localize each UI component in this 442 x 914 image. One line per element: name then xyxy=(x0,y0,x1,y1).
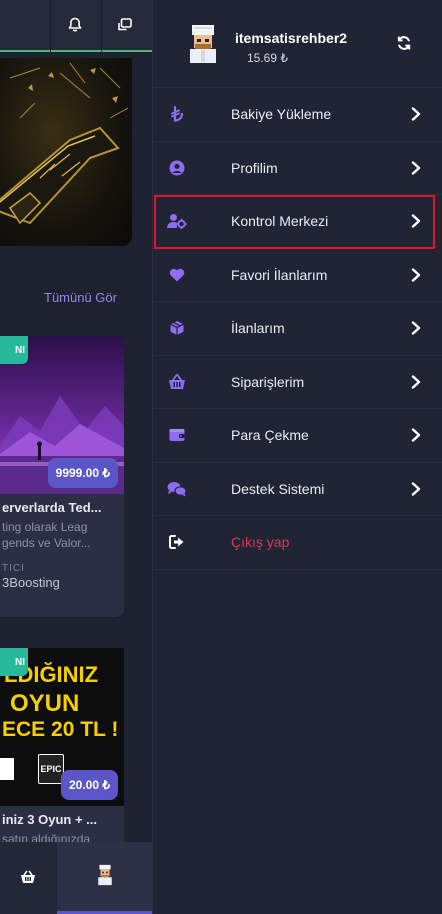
see-all-link[interactable]: Tümünü Gör xyxy=(44,290,117,305)
menu-item-label: Para Çekme xyxy=(231,427,309,444)
menu-item-orders[interactable]: Siparişlerim xyxy=(153,356,442,409)
refresh-balance-button[interactable] xyxy=(393,34,415,56)
screen: Tümünü Gör NI 9999.00 ₺ erverlarda Ted..… xyxy=(0,0,442,914)
bottom-nav xyxy=(0,842,152,914)
menu-item-balance-topup[interactable]: Bakiye Yükleme xyxy=(153,88,442,142)
chevron-right-icon xyxy=(409,427,423,443)
bell-icon[interactable] xyxy=(64,14,86,36)
price-tag: 20.00 ₺ xyxy=(61,770,118,800)
avatar[interactable] xyxy=(187,24,219,64)
menu-item-control-center[interactable]: Kontrol Merkezi xyxy=(154,195,435,249)
user-circle-icon xyxy=(167,158,187,178)
listing-title: iniz 3 Oyun + ... xyxy=(2,812,97,827)
listing-title: erverlarda Ted... xyxy=(2,500,102,515)
chat-window-icon[interactable] xyxy=(114,14,136,36)
sign-out-icon xyxy=(167,532,187,552)
box-icon xyxy=(167,318,187,338)
top-bar xyxy=(0,0,152,52)
avatar-icon xyxy=(96,863,114,891)
side-drawer: itemsatisrehber2 15.69 ₺ Bakiye Yükleme xyxy=(152,0,442,914)
top-bar-divider xyxy=(101,0,102,52)
listing-description: ting olarak Leag gends ve Valor... xyxy=(0,515,124,551)
menu-item-label: Çıkış yap xyxy=(231,534,290,551)
chevron-right-icon xyxy=(409,481,423,497)
menu-item-label: Bakiye Yükleme xyxy=(231,106,332,123)
sync-icon xyxy=(396,35,412,55)
chevron-right-icon xyxy=(409,213,423,229)
seller-name: 3Boosting xyxy=(2,575,60,590)
top-bar-divider xyxy=(50,0,51,52)
chevron-right-icon xyxy=(409,374,423,390)
listing-image: LDIĞINIZ OYUN ECE 20 TL ! EPIC NI 20.00 … xyxy=(0,648,124,806)
chevron-right-icon xyxy=(409,320,423,336)
basket-icon xyxy=(20,869,36,888)
price-tag: 9999.00 ₺ xyxy=(47,458,118,488)
menu-item-label: Profilim xyxy=(231,159,278,176)
user-cog-icon xyxy=(167,211,187,231)
description-line: gends ve Valor... xyxy=(2,536,91,550)
bottom-nav-basket[interactable] xyxy=(0,842,56,914)
listing-badge: NI xyxy=(0,336,28,364)
menu-item-logout[interactable]: Çıkış yap xyxy=(153,516,442,570)
chevron-right-icon xyxy=(409,267,423,283)
image-text: OYUN xyxy=(10,690,80,717)
drawer-header: itemsatisrehber2 15.69 ₺ xyxy=(153,0,442,88)
chevron-right-icon xyxy=(409,106,423,122)
menu-item-label: İlanlarım xyxy=(231,320,285,337)
menu-item-withdraw[interactable]: Para Çekme xyxy=(153,409,442,463)
background-app: Tümünü Gör NI 9999.00 ₺ erverlarda Ted..… xyxy=(0,0,152,914)
username: itemsatisrehber2 xyxy=(235,30,348,46)
listing-badge: NI xyxy=(0,648,28,676)
menu-item-label: Destek Sistemi xyxy=(231,480,325,497)
image-text: ECE 20 TL ! xyxy=(2,718,119,741)
heart-icon xyxy=(167,265,187,285)
balance: 15.69 ₺ xyxy=(247,51,288,65)
store-logo-icon xyxy=(0,758,14,780)
comments-icon xyxy=(167,479,187,499)
seller-label: TICI xyxy=(2,563,25,574)
listing-card[interactable]: LDIĞINIZ OYUN ECE 20 TL ! EPIC NI 20.00 … xyxy=(0,648,124,848)
chevron-right-icon xyxy=(409,160,423,176)
menu-item-favorite-listings[interactable]: Favori İlanlarım xyxy=(153,249,442,302)
listing-image: NI 9999.00 ₺ xyxy=(0,336,124,494)
menu-item-support[interactable]: Destek Sistemi xyxy=(153,463,442,516)
description-line: ting olarak Leag xyxy=(2,520,88,534)
menu-item-label: Kontrol Merkezi xyxy=(231,213,329,230)
lira-icon xyxy=(167,104,187,124)
drawer-menu: Bakiye Yükleme Profilim Kontrol Merkezi … xyxy=(153,88,442,570)
menu-item-label: Favori İlanlarım xyxy=(231,266,328,283)
menu-item-my-listings[interactable]: İlanlarım xyxy=(153,302,442,356)
wallet-icon xyxy=(167,425,187,445)
listing-card[interactable]: NI 9999.00 ₺ erverlarda Ted... ting olar… xyxy=(0,336,124,617)
bottom-nav-profile[interactable] xyxy=(57,842,152,914)
hero-banner-image[interactable] xyxy=(0,58,132,246)
basket-icon xyxy=(167,372,187,392)
menu-item-profile[interactable]: Profilim xyxy=(153,142,442,195)
menu-item-label: Siparişlerim xyxy=(231,373,305,390)
